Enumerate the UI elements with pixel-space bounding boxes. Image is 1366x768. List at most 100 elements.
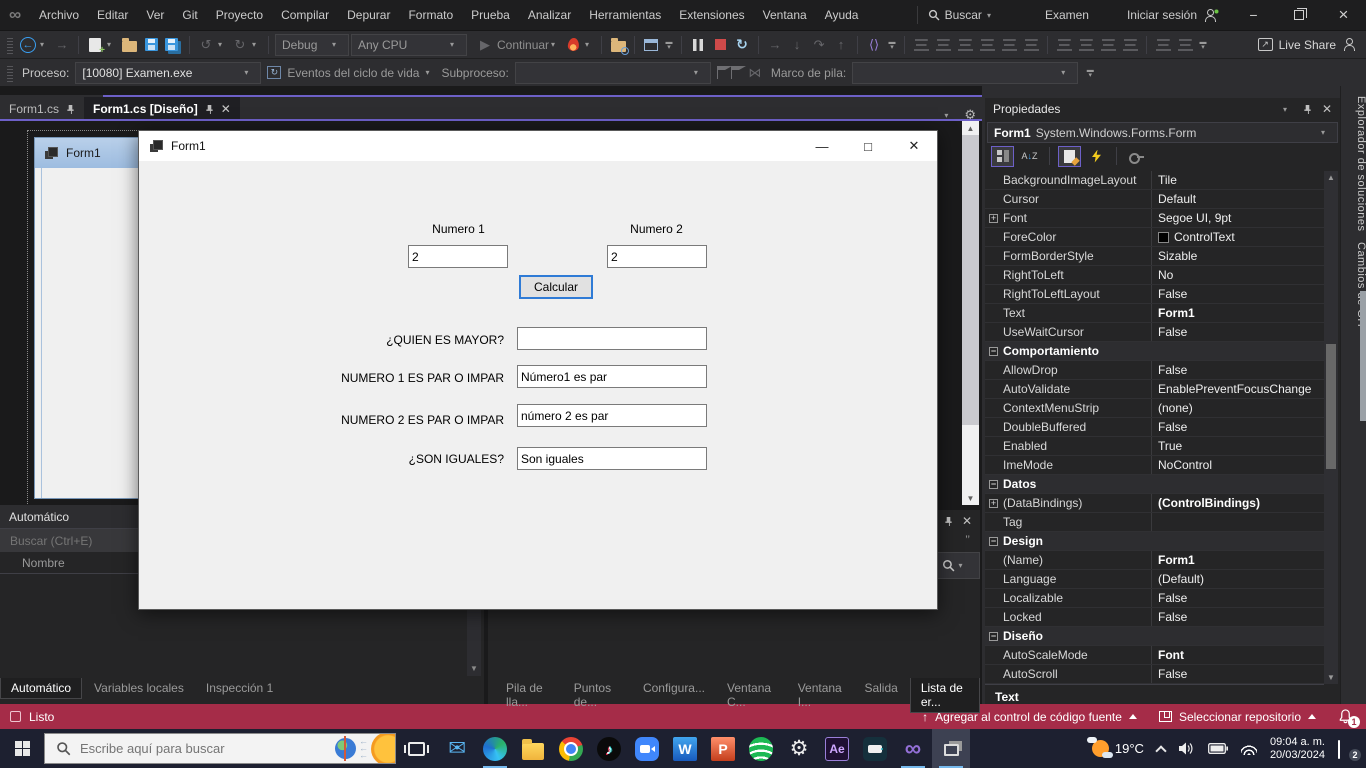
hot-reload-chevron-icon[interactable]: ▾ bbox=[585, 40, 595, 49]
word-icon[interactable]: W bbox=[666, 729, 704, 768]
solution-configuration-dropdown[interactable]: Debug▾ bbox=[275, 34, 349, 56]
after-effects-icon[interactable]: Ae bbox=[818, 729, 856, 768]
close-button[interactable]: × bbox=[1321, 0, 1366, 30]
Language[interactable]: Language (Default) bbox=[985, 570, 1324, 589]
ImeMode[interactable]: ImeMode NoControl bbox=[985, 456, 1324, 475]
Text[interactable]: Text Form1 bbox=[985, 304, 1324, 323]
ContextMenuStrip[interactable]: ContextMenuStrip (none) bbox=[985, 399, 1324, 418]
subprocess-dropdown[interactable]: ▾ bbox=[515, 62, 711, 84]
search-highlight-doodle[interactable]: ←←← bbox=[335, 734, 393, 763]
stop-debug-icon[interactable] bbox=[710, 35, 730, 55]
scroll-up-icon[interactable]: ▲ bbox=[1327, 171, 1335, 184]
continue-chevron-icon[interactable]: ▾ bbox=[551, 40, 561, 49]
sign-in-button[interactable]: Iniciar sesión bbox=[1127, 8, 1231, 22]
expand-toggle-icon[interactable]: − bbox=[989, 347, 998, 356]
AutoScroll[interactable]: AutoScroll False bbox=[985, 665, 1324, 684]
vertical-spacing-icon[interactable] bbox=[1175, 35, 1195, 55]
menu-item[interactable]: Compilar bbox=[272, 0, 338, 30]
pin-icon[interactable] bbox=[1303, 104, 1312, 115]
running-app-icon[interactable] bbox=[932, 729, 970, 768]
task-view-button[interactable] bbox=[396, 729, 436, 768]
numero2-textbox[interactable] bbox=[607, 245, 707, 268]
output-tab[interactable]: Salida bbox=[854, 678, 907, 698]
code-map-icon[interactable]: ⟨⟩ bbox=[864, 35, 884, 55]
layout-toolbar-overflow-icon[interactable]: ▬▾ bbox=[1197, 40, 1209, 50]
edge-icon[interactable] bbox=[476, 729, 514, 768]
battery-icon[interactable] bbox=[1208, 743, 1228, 754]
properties-view-icon[interactable] bbox=[1058, 146, 1081, 167]
phone-link-icon[interactable] bbox=[856, 729, 894, 768]
menu-item[interactable]: Editar bbox=[88, 0, 137, 30]
search-command[interactable]: Buscar ▾ bbox=[917, 6, 1007, 24]
UseWaitCursor[interactable]: UseWaitCursor False bbox=[985, 323, 1324, 342]
debug-toolbar-overflow-icon[interactable]: ▬▾ bbox=[886, 40, 898, 50]
form-close-button[interactable]: ✕ bbox=[891, 131, 937, 161]
align-tops-icon[interactable] bbox=[977, 35, 997, 55]
powerpoint-icon[interactable]: P bbox=[704, 729, 742, 768]
menu-item[interactable]: Ayuda bbox=[816, 0, 868, 30]
edge-scrollbar-thumb[interactable] bbox=[1360, 291, 1366, 421]
align-rights-icon[interactable] bbox=[955, 35, 975, 55]
menu-item[interactable]: Depurar bbox=[338, 0, 399, 30]
restore-button[interactable] bbox=[1276, 0, 1321, 30]
action-center-button[interactable]: 2 bbox=[1338, 741, 1356, 757]
open-file-icon[interactable] bbox=[119, 35, 139, 55]
menu-item[interactable]: Prueba bbox=[462, 0, 519, 30]
continue-play-icon[interactable]: ▶ bbox=[475, 35, 495, 55]
menu-item[interactable]: Git bbox=[173, 0, 206, 30]
step-over-icon[interactable]: ↷ bbox=[809, 35, 829, 55]
menu-item[interactable]: Formato bbox=[399, 0, 462, 30]
undo-chevron-icon[interactable]: ▾ bbox=[218, 40, 228, 49]
make-same-width-icon[interactable] bbox=[1054, 35, 1074, 55]
AutoScaleMode[interactable]: AutoScaleMode Font bbox=[985, 646, 1324, 665]
menu-item[interactable]: Ventana bbox=[754, 0, 816, 30]
zoom-icon[interactable] bbox=[628, 729, 666, 768]
navigate-forward-icon[interactable]: → bbox=[52, 35, 72, 55]
solution-platform-dropdown[interactable]: Any CPU▾ bbox=[351, 34, 467, 56]
select-repository-button[interactable]: Seleccionar repositorio bbox=[1159, 710, 1316, 724]
expand-toggle-icon[interactable]: + bbox=[989, 214, 998, 223]
save-icon[interactable] bbox=[141, 35, 161, 55]
toolbar-overflow-icon[interactable]: ▬▾ bbox=[663, 40, 675, 50]
debug-location-overflow-icon[interactable]: ▬▾ bbox=[1084, 68, 1096, 78]
pin-icon[interactable] bbox=[205, 104, 214, 115]
browse-window-icon[interactable] bbox=[641, 35, 661, 55]
tiktok-icon[interactable]: ♪ bbox=[590, 729, 628, 768]
panel-options-chevron-icon[interactable]: ▾ bbox=[1283, 105, 1293, 114]
Font[interactable]: + Font Segoe UI, 9pt bbox=[985, 209, 1324, 228]
son-iguales-textbox[interactable] bbox=[517, 447, 707, 470]
property-pages-key-icon[interactable] bbox=[1125, 146, 1148, 167]
RightToLeft[interactable]: RightToLeft No bbox=[985, 266, 1324, 285]
restart-debug-icon[interactable]: ↻ bbox=[732, 35, 752, 55]
toolbar-grip[interactable] bbox=[7, 36, 13, 54]
toolbar-overflow-icon[interactable]: ’’ bbox=[965, 534, 970, 546]
close-panel-icon[interactable]: ✕ bbox=[1322, 102, 1332, 116]
horizontal-spacing-icon[interactable] bbox=[1153, 35, 1173, 55]
start-button[interactable] bbox=[0, 729, 44, 768]
show-next-statement-icon[interactable]: → bbox=[765, 35, 785, 55]
RightToLeftLayout[interactable]: RightToLeftLayout False bbox=[985, 285, 1324, 304]
hot-reload-icon[interactable] bbox=[563, 35, 583, 55]
visual-studio-icon[interactable]: ∞ bbox=[894, 729, 932, 768]
(DataBindings)[interactable]: + (DataBindings) (ControlBindings) bbox=[985, 494, 1324, 513]
navigate-back-icon[interactable]: ← bbox=[18, 35, 38, 55]
scroll-up-icon[interactable]: ▲ bbox=[967, 121, 975, 135]
object-selector-dropdown[interactable]: Form1 System.Windows.Forms.Form ▾ bbox=[987, 122, 1338, 143]
designer-vertical-scrollbar[interactable]: ▲ ▼ bbox=[962, 121, 979, 505]
minimize-button[interactable]: − bbox=[1231, 0, 1276, 30]
ForeColor[interactable]: ForeColor ControlText bbox=[985, 228, 1324, 247]
step-into-icon[interactable]: ↓ bbox=[787, 35, 807, 55]
close-panel-icon[interactable]: ✕ bbox=[962, 514, 972, 528]
weather-widget[interactable]: 19°C bbox=[1092, 740, 1144, 757]
scrollbar-thumb[interactable] bbox=[962, 135, 979, 425]
DoubleBuffered[interactable]: DoubleBuffered False bbox=[985, 418, 1324, 437]
undo-icon[interactable]: ↺ bbox=[196, 35, 216, 55]
output-tab[interactable]: Configura... bbox=[633, 678, 715, 698]
step-out-icon[interactable]: ↑ bbox=[831, 35, 851, 55]
menu-item[interactable]: Archivo bbox=[30, 0, 88, 30]
show-flagged-only-icon[interactable]: ⋈ bbox=[745, 63, 765, 83]
categorized-view-icon[interactable] bbox=[991, 146, 1014, 167]
(Name)[interactable]: (Name) Form1 bbox=[985, 551, 1324, 570]
menu-item[interactable]: Proyecto bbox=[207, 0, 272, 30]
Enabled[interactable]: Enabled True bbox=[985, 437, 1324, 456]
